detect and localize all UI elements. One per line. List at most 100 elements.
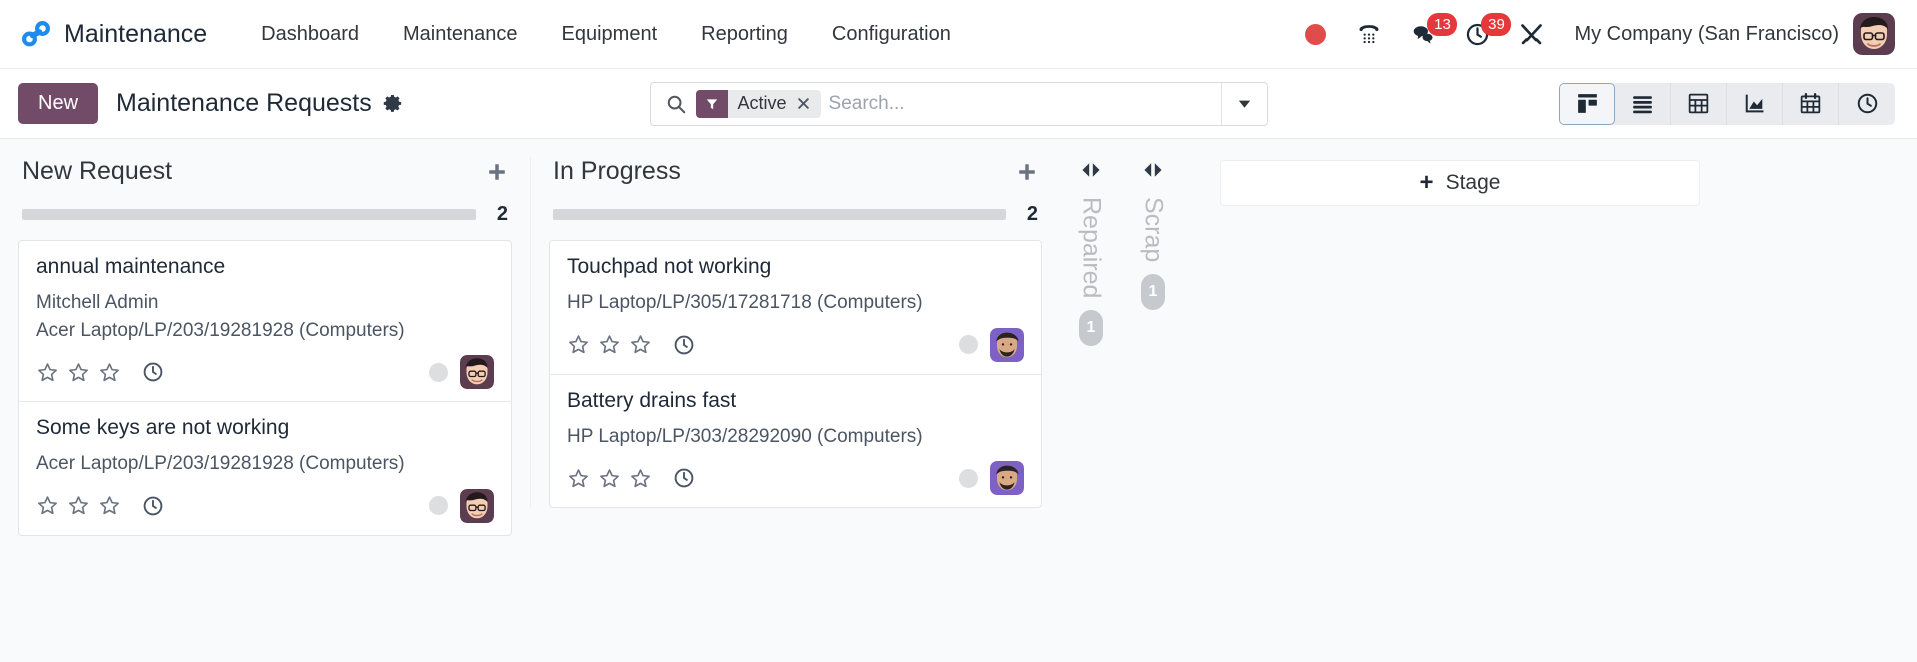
chevron-down-icon[interactable] [1220,82,1267,125]
card-title: Battery drains fast [567,388,737,412]
card-footer-right [959,461,1024,496]
card-owner: Mitchell Admin [36,292,159,313]
column-count: 1 [1079,310,1103,347]
card-footer [567,327,1024,362]
priority-stars[interactable] [567,333,652,356]
status-badge[interactable] [429,362,448,382]
menu-item-dashboard[interactable]: Dashboard [239,15,381,54]
view-button-graph[interactable] [1727,82,1783,125]
user-avatar[interactable] [1853,13,1895,55]
menu-item-configuration[interactable]: Configuration [810,15,973,54]
search-facet-active[interactable]: Active [695,89,821,118]
menu-item-maintenance[interactable]: Maintenance [381,15,540,54]
column-count: 2 [1026,203,1038,225]
top-navbar: Maintenance Dashboard Maintenance Equipm… [0,0,1917,69]
avatar[interactable] [460,355,494,390]
new-button[interactable]: New [18,83,99,124]
progress-bar[interactable] [22,209,476,220]
clock-icon[interactable] [141,494,165,518]
kanban-board: New Request 2 annual maintenance Mitchel… [0,139,1917,662]
main-menu: Dashboard Maintenance Equipment Reportin… [239,15,973,54]
view-button-calendar[interactable] [1783,82,1839,125]
card-equipment: Acer Laptop/LP/203/19281928 (Computers) [36,453,405,475]
kanban-card[interactable]: Touchpad not working HP Laptop/LP/305/17… [550,241,1041,375]
close-icon[interactable] [796,96,821,111]
clock-icon[interactable] [672,466,696,490]
systray: 13 39 My Company (San Francisco) [1288,12,1895,56]
view-switcher [1559,82,1895,125]
kanban-column-folded-repaired[interactable]: Repaired 1 [1060,157,1122,347]
tools-icon[interactable] [1504,12,1558,56]
priority-stars[interactable] [567,467,652,490]
kanban-card-list: annual maintenance Mitchell Admin Acer L… [18,240,512,536]
clock-icon[interactable] [141,360,165,384]
gear-icon[interactable] [383,93,404,114]
kanban-card[interactable]: annual maintenance Mitchell Admin Acer L… [19,241,511,403]
filter-funnel-icon [695,89,728,118]
page-title: Maintenance Requests [116,89,372,117]
avatar[interactable] [990,461,1024,496]
view-button-activity[interactable] [1839,83,1895,125]
search-input[interactable] [828,82,1221,125]
status-badge[interactable] [959,335,978,355]
add-stage-button[interactable]: + Stage [1220,160,1700,206]
search-facet-label: Active [737,93,787,113]
messages-bubble-icon[interactable]: 13 [1396,12,1458,56]
card-equipment: HP Laptop/LP/303/28292090 (Computers) [567,425,923,447]
column-title[interactable]: New Request [22,157,172,186]
menu-item-equipment[interactable]: Equipment [540,15,680,54]
kanban-column-new-request: New Request 2 annual maintenance Mitchel… [0,157,530,536]
card-title: Touchpad not working [567,255,772,278]
record-dot-icon[interactable] [1288,12,1342,56]
brand-title[interactable]: Maintenance [64,20,207,49]
search-bar[interactable]: Active [649,81,1268,126]
breadcrumb: Maintenance Requests [116,89,404,118]
view-button-pivot[interactable] [1671,82,1727,125]
expand-arrows-icon[interactable] [1076,161,1106,179]
search-icon [665,93,687,115]
plus-icon[interactable] [1016,161,1038,183]
kanban-card[interactable]: Some keys are not working Acer Laptop/LP… [19,402,511,535]
status-badge[interactable] [429,496,448,516]
phone-dialpad-icon[interactable] [1342,12,1396,56]
control-panel: New Maintenance Requests Active [0,69,1917,139]
avatar[interactable] [460,488,494,523]
status-badge[interactable] [959,468,978,488]
expand-arrows-icon[interactable] [1138,161,1168,179]
clock-icon[interactable] [672,333,696,357]
progress-bar[interactable] [553,209,1006,220]
plus-icon: + [1419,169,1434,196]
card-footer-right [429,488,494,523]
card-equipment: Acer Laptop/LP/203/19281928 (Computers) [36,319,405,341]
card-footer-right [429,355,494,390]
card-title: annual maintenance [36,255,226,278]
card-footer [567,461,1024,496]
card-footer [36,355,494,390]
column-title[interactable]: In Progress [553,157,681,186]
maintenance-chain-logo[interactable] [18,16,54,52]
column-title: Repaired [1077,197,1106,299]
kanban-column-in-progress: In Progress 2 Touchpad not working HP La… [530,157,1060,509]
column-header: New Request [18,157,512,186]
view-button-kanban[interactable] [1559,82,1615,125]
card-title: Some keys are not working [36,416,290,440]
column-header: In Progress [549,157,1042,186]
column-count: 2 [496,203,508,225]
menu-item-reporting[interactable]: Reporting [679,15,810,54]
card-footer-right [959,327,1024,362]
activities-clock-icon[interactable]: 39 [1450,12,1512,56]
company-switcher[interactable]: My Company (San Francisco) [1574,23,1839,46]
priority-stars[interactable] [36,494,121,517]
column-title: Scrap [1139,197,1168,263]
view-button-list[interactable] [1615,82,1671,125]
kanban-card[interactable]: Battery drains fast HP Laptop/LP/303/282… [550,375,1041,508]
plus-icon[interactable] [486,161,508,183]
card-equipment: HP Laptop/LP/305/17281718 (Computers) [567,292,923,313]
card-footer [36,488,494,523]
add-stage-label: Stage [1445,171,1501,194]
priority-stars[interactable] [36,361,121,384]
kanban-card-list: Touchpad not working HP Laptop/LP/305/17… [549,240,1042,509]
avatar[interactable] [990,327,1024,362]
kanban-column-folded-scrap[interactable]: Scrap 1 [1122,157,1184,311]
column-count: 1 [1141,274,1165,311]
